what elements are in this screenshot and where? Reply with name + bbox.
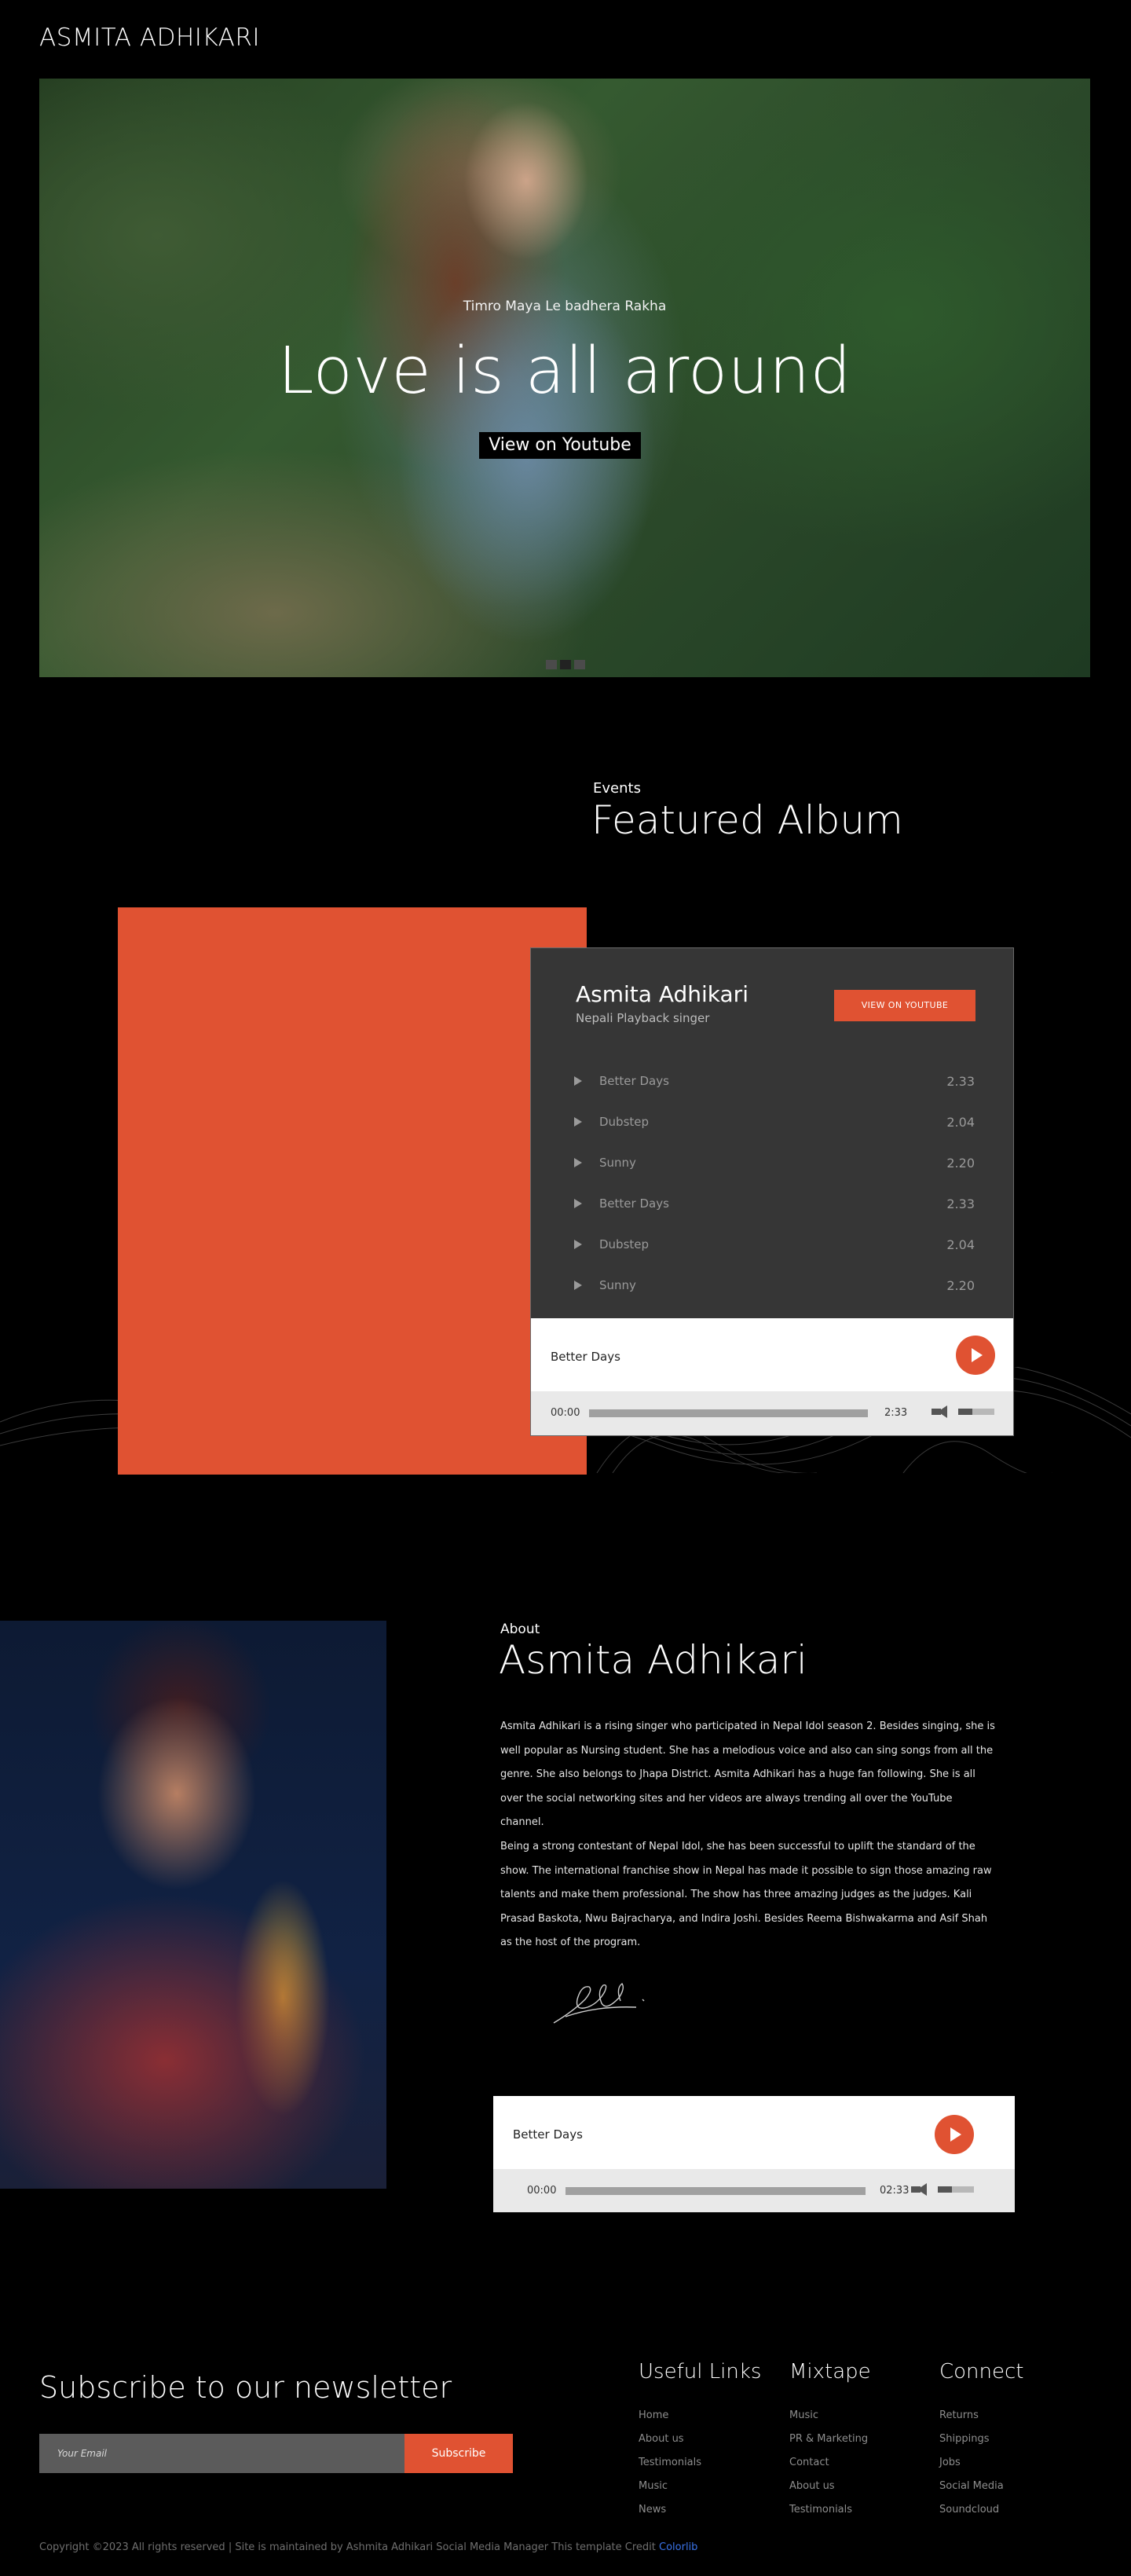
- footer-link[interactable]: Music: [789, 2404, 871, 2428]
- footer-link[interactable]: About us: [639, 2428, 761, 2451]
- footer-heading: Connect: [939, 2360, 1024, 2384]
- footer-link[interactable]: PR & Marketing: [789, 2428, 871, 2451]
- copyright-text: Copyright ©2023 All rights reserved | Si…: [39, 2541, 656, 2553]
- track-item[interactable]: Better Days 2.33: [573, 1183, 975, 1224]
- play-icon: [574, 1117, 582, 1127]
- section-label-about: About: [500, 1621, 540, 1637]
- hero-slider: Timro Maya Le badhera Rakha Love is all …: [39, 79, 1090, 677]
- play-icon: [574, 1281, 582, 1290]
- current-time: 00:00: [551, 1407, 580, 1419]
- about-current-time: 00:00: [527, 2185, 557, 2197]
- section-label-events: Events: [593, 780, 641, 797]
- footer-link[interactable]: Soundcloud: [939, 2498, 1024, 2522]
- play-button[interactable]: [956, 1336, 995, 1375]
- about-volume-slider[interactable]: [938, 2186, 974, 2193]
- footer-link[interactable]: Music: [639, 2475, 761, 2498]
- now-playing-title: Better Days: [551, 1350, 620, 1364]
- about-now-playing-title: Better Days: [513, 2127, 583, 2142]
- footer-column-connect: Connect Returns Shippings Jobs Social Me…: [939, 2360, 1024, 2522]
- footer-link[interactable]: Social Media: [939, 2475, 1024, 2498]
- subscribe-button[interactable]: Subscribe: [404, 2434, 513, 2473]
- footer-link[interactable]: Returns: [939, 2404, 1024, 2428]
- footer-link[interactable]: Shippings: [939, 2428, 1024, 2451]
- newsletter-title: Subscribe to our newsletter: [39, 2370, 452, 2405]
- about-volume-control[interactable]: [911, 2183, 974, 2196]
- slider-dot-3[interactable]: [574, 660, 585, 669]
- slider-dot-1[interactable]: [546, 660, 557, 669]
- footer-link[interactable]: News: [639, 2498, 761, 2522]
- signature-image: [553, 1982, 645, 2024]
- seek-bar[interactable]: [589, 1409, 868, 1417]
- view-on-youtube-small-button[interactable]: VIEW ON YOUTUBE: [834, 990, 975, 1021]
- footer-link[interactable]: Home: [639, 2404, 761, 2428]
- about-title: Asmita Adhikari: [499, 1637, 807, 1683]
- footer-link[interactable]: About us: [789, 2475, 871, 2498]
- volume-control[interactable]: [932, 1405, 994, 1418]
- footer-column-useful-links: Useful Links Home About us Testimonials …: [639, 2360, 761, 2522]
- play-icon: [574, 1158, 582, 1167]
- featured-album-title: Featured Album: [591, 797, 903, 843]
- slider-dots: [546, 660, 585, 669]
- footer-link[interactable]: Testimonials: [639, 2451, 761, 2475]
- slider-dot-2[interactable]: [560, 660, 571, 669]
- footer-link[interactable]: Jobs: [939, 2451, 1024, 2475]
- album-cover: [118, 907, 587, 1475]
- about-play-button[interactable]: [935, 2115, 974, 2154]
- track-item[interactable]: Better Days 2.33: [573, 1061, 975, 1101]
- about-paragraph-2: Being a strong contestant of Nepal Idol,…: [500, 1841, 992, 1948]
- brand-logo[interactable]: ASMITA ADHIKARI: [39, 24, 260, 52]
- colorlib-link[interactable]: Colorlib: [659, 2541, 697, 2553]
- track-list: Better Days 2.33 Dubstep 2.04 Sunny 2.20 Be…: [573, 1061, 975, 1306]
- player-artist-role: Nepali Playback singer: [576, 1011, 710, 1025]
- track-item[interactable]: Sunny 2.20: [573, 1142, 975, 1183]
- track-item[interactable]: Dubstep 2.04: [573, 1101, 975, 1142]
- play-icon: [574, 1199, 582, 1208]
- view-on-youtube-button[interactable]: View on Youtube: [479, 432, 641, 459]
- about-seek-bar[interactable]: [566, 2187, 866, 2195]
- total-time: 2:33: [884, 1407, 908, 1419]
- copyright-notice: Copyright ©2023 All rights reserved | Si…: [39, 2541, 697, 2553]
- email-input[interactable]: [39, 2434, 404, 2473]
- album-player: Asmita Adhikari Nepali Playback singer V…: [531, 948, 1013, 1435]
- hero-subtitle: Timro Maya Le badhera Rakha: [463, 299, 667, 314]
- audio-controls: 00:00 2:33: [531, 1391, 1013, 1435]
- about-total-time: 02:33: [880, 2185, 910, 2197]
- now-playing-bar: Better Days: [531, 1318, 1013, 1391]
- play-icon: [574, 1076, 582, 1086]
- track-item[interactable]: Dubstep 2.04: [573, 1224, 975, 1265]
- track-item[interactable]: Sunny 2.20: [573, 1265, 975, 1306]
- player-artist-name: Asmita Adhikari: [576, 981, 749, 1007]
- footer-link[interactable]: Testimonials: [789, 2498, 871, 2522]
- footer-link[interactable]: Contact: [789, 2451, 871, 2475]
- about-photo: [0, 1621, 386, 2189]
- about-now-playing-bar: Better Days: [493, 2096, 1015, 2169]
- footer-heading: Useful Links: [639, 2360, 762, 2384]
- footer-heading: Mixtape: [789, 2360, 871, 2384]
- play-icon: [574, 1240, 582, 1249]
- about-audio-controls: 00:00 02:33: [493, 2169, 1015, 2212]
- about-paragraph-1: Asmita Adhikari is a rising singer who p…: [500, 1720, 995, 1828]
- footer-column-mixtape: Mixtape Music PR & Marketing Contact Abo…: [789, 2360, 871, 2522]
- hero-title: Love is all around: [277, 334, 852, 409]
- volume-slider[interactable]: [958, 1409, 994, 1415]
